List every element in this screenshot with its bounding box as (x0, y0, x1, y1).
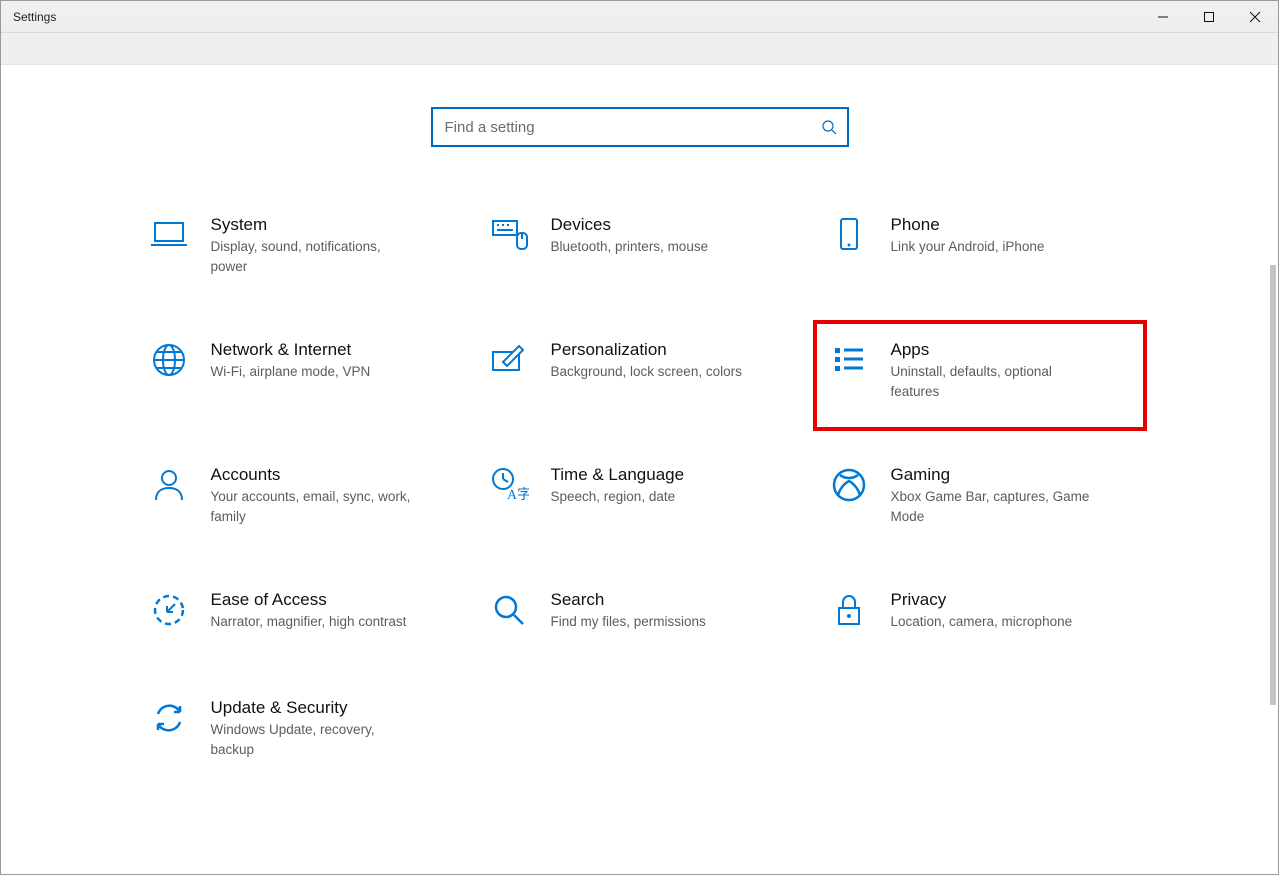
tile-desc: Background, lock screen, colors (551, 362, 742, 382)
tile-desc: Speech, region, date (551, 487, 685, 507)
header-band (1, 33, 1278, 65)
settings-grid: SystemDisplay, sound, notifications, pow… (135, 207, 1145, 768)
tile-privacy[interactable]: PrivacyLocation, camera, microphone (815, 582, 1145, 642)
scrollbar[interactable] (1270, 265, 1276, 705)
tile-title: Update & Security (211, 698, 421, 718)
tile-desc: Your accounts, email, sync, work, family (211, 487, 421, 526)
maximize-button[interactable] (1186, 1, 1232, 32)
tile-title: Accounts (211, 465, 421, 485)
globe-icon (147, 340, 191, 384)
search-box[interactable] (431, 107, 849, 147)
tile-search[interactable]: SearchFind my files, permissions (475, 582, 805, 642)
tile-network[interactable]: Network & InternetWi-Fi, airplane mode, … (135, 332, 465, 409)
person-icon (147, 465, 191, 509)
tile-title: Gaming (891, 465, 1101, 485)
tile-update[interactable]: Update & SecurityWindows Update, recover… (135, 690, 465, 767)
tile-desc: Link your Android, iPhone (891, 237, 1045, 257)
tile-desc: Find my files, permissions (551, 612, 706, 632)
tile-time[interactable]: Time & LanguageSpeech, region, date (475, 457, 805, 534)
list-icon (827, 340, 871, 384)
search-icon (821, 119, 837, 135)
tile-accounts[interactable]: AccountsYour accounts, email, sync, work… (135, 457, 465, 534)
tile-desc: Bluetooth, printers, mouse (551, 237, 709, 257)
tile-title: Personalization (551, 340, 742, 360)
tile-title: Search (551, 590, 706, 610)
pen-icon (487, 340, 531, 384)
time-lang-icon (487, 465, 531, 509)
tile-title: Ease of Access (211, 590, 407, 610)
tile-desc: Windows Update, recovery, backup (211, 720, 421, 759)
tile-title: Privacy (891, 590, 1073, 610)
tile-desc: Display, sound, notifications, power (211, 237, 421, 276)
content-area: SystemDisplay, sound, notifications, pow… (1, 65, 1278, 874)
minimize-button[interactable] (1140, 1, 1186, 32)
search-icon (487, 590, 531, 634)
tile-desc: Narrator, magnifier, high contrast (211, 612, 407, 632)
tile-apps[interactable]: AppsUninstall, defaults, optional featur… (815, 322, 1145, 429)
tile-desc: Location, camera, microphone (891, 612, 1073, 632)
search-input[interactable] (445, 119, 821, 136)
tile-title: System (211, 215, 421, 235)
titlebar: Settings (1, 1, 1278, 33)
keyboard-icon (487, 215, 531, 259)
lock-icon (827, 590, 871, 634)
tile-desc: Wi-Fi, airplane mode, VPN (211, 362, 371, 382)
tile-title: Time & Language (551, 465, 685, 485)
tile-personalization[interactable]: PersonalizationBackground, lock screen, … (475, 332, 805, 409)
tile-devices[interactable]: DevicesBluetooth, printers, mouse (475, 207, 805, 284)
tile-title: Apps (891, 340, 1101, 360)
tile-phone[interactable]: PhoneLink your Android, iPhone (815, 207, 1145, 284)
tile-title: Devices (551, 215, 709, 235)
laptop-icon (147, 215, 191, 259)
tile-desc: Uninstall, defaults, optional features (891, 362, 1101, 401)
ease-icon (147, 590, 191, 634)
tile-desc: Xbox Game Bar, captures, Game Mode (891, 487, 1101, 526)
phone-icon (827, 215, 871, 259)
close-button[interactable] (1232, 1, 1278, 32)
xbox-icon (827, 465, 871, 509)
tile-gaming[interactable]: GamingXbox Game Bar, captures, Game Mode (815, 457, 1145, 534)
tile-title: Phone (891, 215, 1045, 235)
window-title: Settings (13, 10, 56, 24)
sync-icon (147, 698, 191, 742)
window-controls (1140, 1, 1278, 32)
tile-title: Network & Internet (211, 340, 371, 360)
tile-ease[interactable]: Ease of AccessNarrator, magnifier, high … (135, 582, 465, 642)
tile-system[interactable]: SystemDisplay, sound, notifications, pow… (135, 207, 465, 284)
